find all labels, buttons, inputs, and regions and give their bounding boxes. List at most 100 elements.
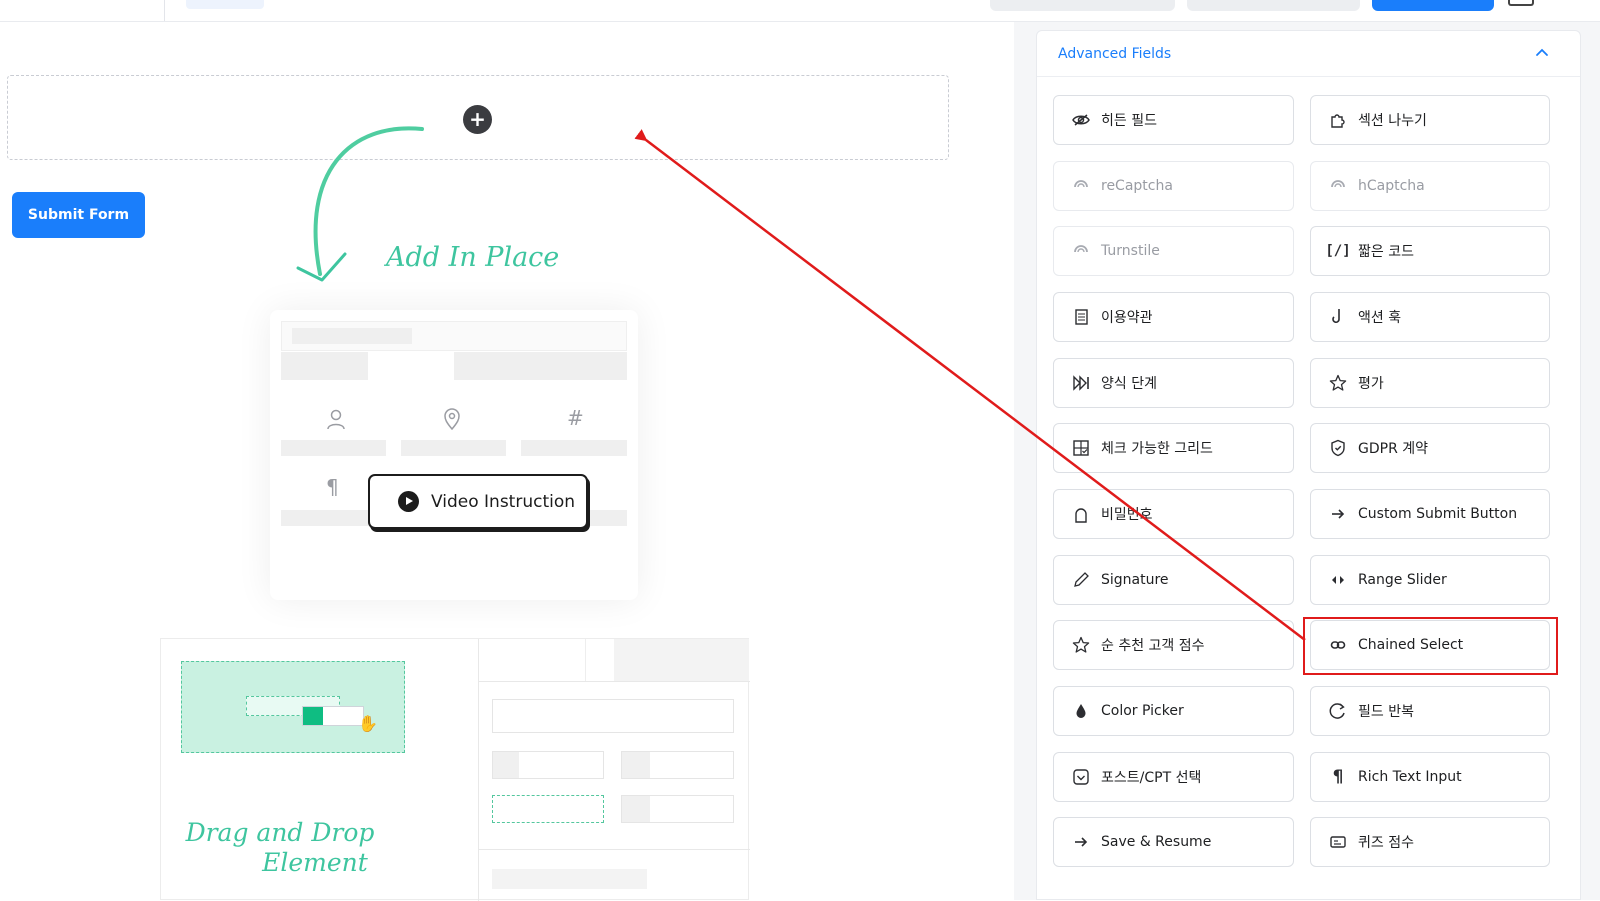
lock-icon	[1071, 504, 1091, 524]
field-label: 퀴즈 점수	[1358, 835, 1414, 851]
illustration-input-prefix	[622, 796, 650, 822]
illustration-drop-target	[492, 795, 604, 823]
arrow-right-icon	[1071, 832, 1091, 852]
field-label: Rich Text Input	[1358, 769, 1462, 785]
preview-bar	[281, 352, 368, 380]
drag-item-handle	[303, 707, 323, 725]
field-button[interactable]: ¶ Rich Text Input	[1310, 752, 1550, 802]
field-button[interactable]: 순 추천 고객 점수	[1053, 620, 1294, 670]
field-label: Color Picker	[1101, 703, 1184, 719]
pen-icon	[1071, 570, 1091, 590]
field-button[interactable]: 포스트/CPT 선택	[1053, 752, 1294, 802]
toolbar-save-button[interactable]	[1372, 0, 1494, 11]
toolbar-tab[interactable]	[186, 0, 264, 9]
field-button[interactable]: 히든 필드	[1053, 95, 1294, 145]
drag-and-drop-label: Drag and Drop Element	[185, 818, 375, 878]
location-icon	[443, 408, 461, 435]
illustration-divider	[479, 681, 750, 682]
video-instruction-button[interactable]: Video Instruction	[368, 474, 588, 529]
field-button[interactable]: hCaptcha	[1310, 161, 1550, 211]
shield-icon	[1328, 438, 1348, 458]
add-field-plus-icon[interactable]: +	[463, 105, 492, 134]
toolbar-button-1[interactable]	[990, 0, 1175, 11]
user-icon	[326, 408, 346, 435]
highlight-box	[1303, 617, 1558, 675]
field-button[interactable]: Range Slider	[1310, 555, 1550, 605]
top-toolbar	[0, 0, 1600, 22]
chevron-up-icon[interactable]	[1535, 45, 1549, 59]
advanced-fields-header[interactable]: Advanced Fields	[1037, 31, 1580, 77]
toolbar-divider	[164, 0, 165, 21]
hash-icon: #	[567, 406, 584, 430]
field-button[interactable]: 섹션 나누기	[1310, 95, 1550, 145]
field-label: Custom Submit Button	[1358, 506, 1518, 522]
submit-form-button[interactable]: Submit Form	[12, 192, 145, 238]
field-label: 양식 단계	[1101, 376, 1157, 392]
field-label: 필드 반복	[1358, 704, 1414, 720]
preview-bar	[281, 440, 386, 456]
field-button[interactable]: reCaptcha	[1053, 161, 1294, 211]
field-button[interactable]: Save & Resume	[1053, 817, 1294, 867]
repeat-icon	[1328, 701, 1348, 721]
arrow-right-icon	[1328, 504, 1348, 524]
field-label: 평가	[1358, 376, 1384, 392]
field-button[interactable]: 비밀번호	[1053, 489, 1294, 539]
preview-bar	[292, 328, 412, 344]
drag-and-drop-line2: Element	[262, 848, 368, 877]
field-label: Turnstile	[1101, 243, 1160, 259]
field-label: 이용약관	[1101, 310, 1153, 326]
video-instruction-label: Video Instruction	[431, 491, 576, 512]
field-button[interactable]: 체크 가능한 그리드	[1053, 423, 1294, 473]
field-button[interactable]: Signature	[1053, 555, 1294, 605]
captcha-icon	[1071, 176, 1091, 196]
preview-bar	[521, 440, 627, 456]
pilcrow-icon: ¶	[326, 475, 339, 499]
field-label: 액션 훅	[1358, 310, 1402, 326]
field-label: Range Slider	[1358, 572, 1447, 588]
step-forward-icon	[1071, 373, 1091, 393]
preview-bar	[454, 352, 627, 380]
field-button[interactable]: 필드 반복	[1310, 686, 1550, 736]
field-button[interactable]: 평가	[1310, 358, 1550, 408]
eye-slash-icon	[1071, 110, 1091, 130]
advanced-fields-title: Advanced Fields	[1058, 46, 1172, 62]
preview-bar	[401, 440, 506, 456]
field-label: 포스트/CPT 선택	[1101, 770, 1202, 786]
drag-and-drop-line1: Drag and Drop	[185, 818, 375, 847]
illustration-tab	[614, 639, 749, 681]
field-button[interactable]: GDPR 계약	[1310, 423, 1550, 473]
field-label: Signature	[1101, 572, 1169, 588]
puzzle-icon	[1328, 110, 1348, 130]
document-icon	[1071, 307, 1091, 327]
field-button[interactable]: Custom Submit Button	[1310, 489, 1550, 539]
illustration-input	[492, 699, 734, 733]
star-icon	[1328, 373, 1348, 393]
field-button[interactable]: 퀴즈 점수	[1310, 817, 1550, 867]
field-button[interactable]: [/] 짧은 코드	[1310, 226, 1550, 276]
grid-check-icon	[1071, 438, 1091, 458]
hand-cursor-icon: ✋	[358, 714, 378, 733]
field-label: hCaptcha	[1358, 178, 1425, 194]
illustration-divider	[478, 639, 479, 901]
field-label: 순 추천 고객 점수	[1101, 638, 1205, 654]
illustration-input-prefix	[493, 752, 519, 778]
field-label: 체크 가능한 그리드	[1101, 441, 1213, 457]
field-button[interactable]: Turnstile	[1053, 226, 1294, 276]
field-button[interactable]: 이용약관	[1053, 292, 1294, 342]
field-label: Save & Resume	[1101, 834, 1212, 850]
drop-icon	[1071, 701, 1091, 721]
add-in-place-label: Add In Place	[386, 242, 560, 273]
field-button[interactable]: 양식 단계	[1053, 358, 1294, 408]
fullscreen-icon[interactable]	[1508, 0, 1534, 6]
field-button[interactable]: Color Picker	[1053, 686, 1294, 736]
field-label: 짧은 코드	[1358, 244, 1414, 260]
shortcode-icon: [/]	[1325, 243, 1351, 259]
toolbar-button-2[interactable]	[1187, 0, 1360, 11]
field-button[interactable]: 액션 훅	[1310, 292, 1550, 342]
field-label: reCaptcha	[1101, 178, 1173, 194]
range-icon	[1328, 570, 1348, 590]
captcha-icon	[1071, 241, 1091, 261]
illustration-input	[492, 751, 604, 779]
play-icon	[398, 491, 419, 512]
field-label: 히든 필드	[1101, 113, 1157, 129]
